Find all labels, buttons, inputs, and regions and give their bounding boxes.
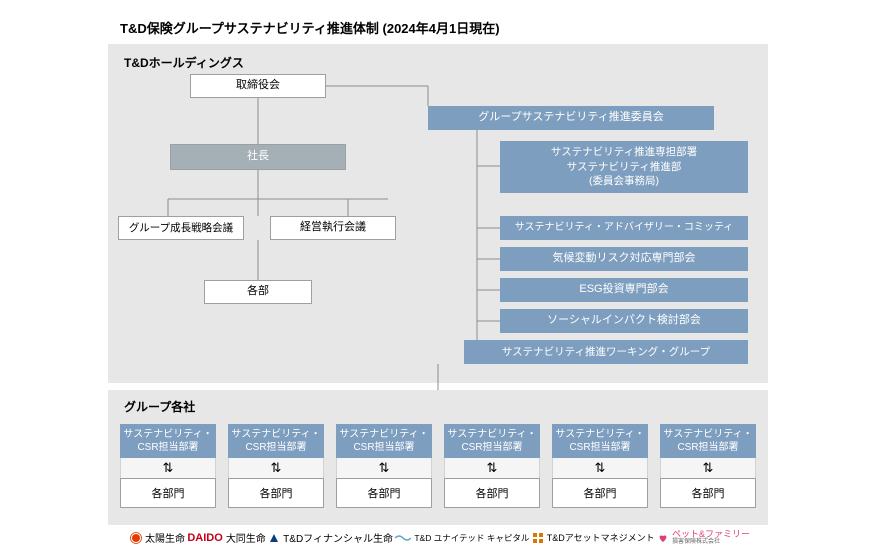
updown-arrow-icon: ⇅: [228, 458, 324, 478]
exec-council-box: 経営執行会議: [270, 216, 396, 240]
subsidiary-dept: 各部門: [444, 478, 540, 508]
logo-tdasset: T&Dアセットマネジメント: [532, 531, 655, 544]
logo-tdfinancial: T&Dフィナンシャル生命: [268, 530, 393, 545]
subsidiary-dept: 各部門: [552, 478, 648, 508]
depts-box: 各部: [204, 280, 312, 304]
logo-taiyo: 太陽生命: [130, 530, 185, 545]
grid-icon: [532, 532, 544, 544]
subsidiary-head: サステナビリティ・CSR担当部署: [120, 424, 216, 458]
right-item-5: ソーシャルインパクト検討部会: [500, 309, 748, 333]
holdings-panel: T&Dホールディングス 取締役会 社長: [108, 44, 768, 383]
subsidiary-head: サステナビリティ・CSR担当部署: [336, 424, 432, 458]
updown-arrow-icon: ⇅: [336, 458, 432, 478]
subsidiary-dept: 各部門: [120, 478, 216, 508]
updown-arrow-icon: ⇅: [660, 458, 756, 478]
subsidiary-dept: 各部門: [228, 478, 324, 508]
right-item-2: サステナビリティ・アドバイザリー・コミッティ: [500, 216, 748, 240]
updown-arrow-icon: ⇅: [120, 458, 216, 478]
subsidiary-1: サステナビリティ・CSR担当部署 ⇅ 各部門: [120, 424, 216, 508]
right-item-6: サステナビリティ推進ワーキング・グループ: [464, 340, 748, 364]
right-item-1: サステナビリティ推進専担部署 サステナビリティ推進部 (委員会事務局): [500, 141, 748, 193]
subsidiary-6: サステナビリティ・CSR担当部署 ⇅ 各部門: [660, 424, 756, 508]
group-companies-label: グループ各社: [124, 398, 195, 415]
board-box: 取締役会: [190, 74, 326, 98]
group-companies-panel: グループ各社 サステナビリティ・CSR担当部署 ⇅ 各部門 サステナビリティ・C…: [108, 390, 768, 525]
subsidiary-head: サステナビリティ・CSR担当部署: [552, 424, 648, 458]
holdings-label: T&Dホールディングス: [124, 54, 244, 71]
diagram-canvas: T&D保険グループサステナビリティ推進体制 (2024年4月1日現在) T&Dホ…: [0, 0, 874, 558]
right-item-3: 気候変動リスク対応専門部会: [500, 247, 748, 271]
subsidiary-head: サステナビリティ・CSR担当部署: [660, 424, 756, 458]
president-box: 社長: [170, 144, 346, 170]
company-logos-row: 太陽生命 DAIDO 大同生命 T&Dフィナンシャル生命 T&D ユナイテッド …: [130, 530, 750, 545]
subsidiary-2: サステナビリティ・CSR担当部署 ⇅ 各部門: [228, 424, 324, 508]
logo-daido: DAIDO 大同生命: [187, 530, 265, 545]
right-item-4: ESG投資専門部会: [500, 278, 748, 302]
subsidiary-4: サステナビリティ・CSR担当部署 ⇅ 各部門: [444, 424, 540, 508]
logo-tdunited: T&D ユナイテッド キャピタル: [395, 532, 529, 544]
diagram-title: T&D保険グループサステナビリティ推進体制 (2024年4月1日現在): [120, 18, 500, 37]
growth-council-box: グループ成長戦略会議: [118, 216, 244, 240]
subsidiary-3: サステナビリティ・CSR担当部署 ⇅ 各部門: [336, 424, 432, 508]
logo-petfamily: ペット&ファミリー 損害保険株式会社: [657, 530, 750, 545]
heart-icon: [657, 532, 669, 544]
wedge-icon: [268, 532, 280, 544]
subsidiary-dept: 各部門: [336, 478, 432, 508]
subsidiary-head: サステナビリティ・CSR担当部署: [444, 424, 540, 458]
subsidiary-dept: 各部門: [660, 478, 756, 508]
updown-arrow-icon: ⇅: [552, 458, 648, 478]
subsidiary-5: サステナビリティ・CSR担当部署 ⇅ 各部門: [552, 424, 648, 508]
sun-icon: [130, 532, 142, 544]
updown-arrow-icon: ⇅: [444, 458, 540, 478]
subsidiary-head: サステナビリティ・CSR担当部署: [228, 424, 324, 458]
wave-icon: [395, 534, 411, 542]
committee-box: グループサステナビリティ推進委員会: [428, 106, 714, 130]
